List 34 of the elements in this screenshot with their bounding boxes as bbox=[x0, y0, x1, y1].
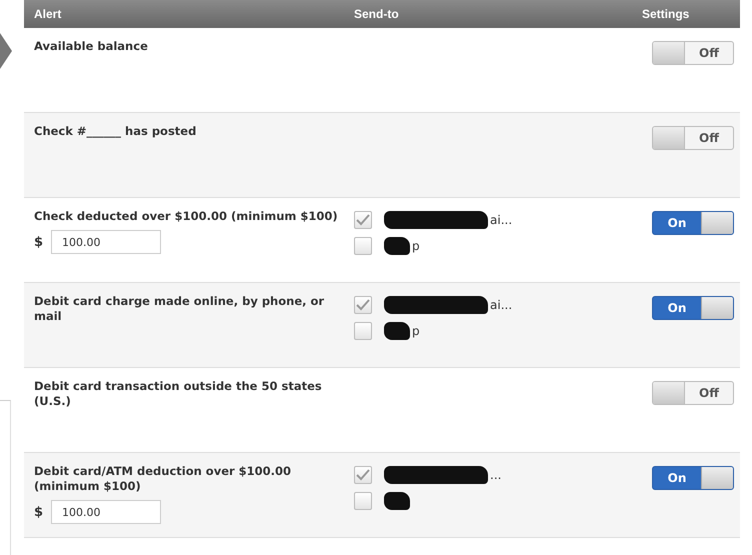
recipient-text: ai... bbox=[490, 298, 512, 312]
column-header: Settings bbox=[642, 7, 690, 21]
checkbox[interactable] bbox=[354, 322, 372, 340]
redaction-mark bbox=[384, 322, 410, 340]
toggle-switch[interactable]: Off bbox=[652, 41, 734, 65]
checkbox[interactable] bbox=[354, 211, 372, 229]
checkbox[interactable] bbox=[354, 296, 372, 314]
toggle-switch[interactable]: Off bbox=[652, 381, 734, 405]
recipient-text: p bbox=[412, 324, 420, 338]
recipient-text: p bbox=[412, 239, 420, 253]
currency-label: $ bbox=[34, 504, 44, 520]
toggle-switch[interactable]: On bbox=[652, 296, 734, 320]
currency-label: $ bbox=[34, 234, 44, 250]
recipient-text: ... bbox=[490, 468, 502, 482]
alert-name: Debit card transaction outside the 50 states (U.S.) bbox=[34, 379, 323, 409]
column-header: Send-to bbox=[353, 7, 400, 21]
redaction-mark bbox=[384, 237, 410, 255]
toggle-switch[interactable]: Off bbox=[652, 126, 734, 150]
column-header: Alert bbox=[33, 7, 62, 21]
chevron-icon bbox=[0, 33, 12, 69]
checkbox[interactable] bbox=[354, 492, 372, 510]
checkbox[interactable] bbox=[354, 466, 372, 484]
amount-field[interactable]: 100.00 bbox=[51, 500, 162, 524]
toggle-switch[interactable]: On bbox=[652, 211, 734, 235]
alert-name: Check deducted over $100.00 (minimum $100) bbox=[34, 209, 339, 224]
toggle-switch[interactable]: On bbox=[652, 466, 734, 490]
alert-name: Available balance bbox=[34, 39, 149, 54]
alert-name: Debit card charge made online, by phone, or mail bbox=[34, 294, 326, 324]
recipient-text: ai... bbox=[490, 213, 512, 227]
alert-name: Check #______ has posted bbox=[34, 124, 198, 139]
amount-field[interactable]: 100.00 bbox=[51, 230, 162, 254]
redaction-mark bbox=[384, 492, 410, 510]
checkbox[interactable] bbox=[354, 237, 372, 255]
alert-name: Debit card/ATM deduction over $100.00 (minimum $100) bbox=[34, 464, 292, 494]
